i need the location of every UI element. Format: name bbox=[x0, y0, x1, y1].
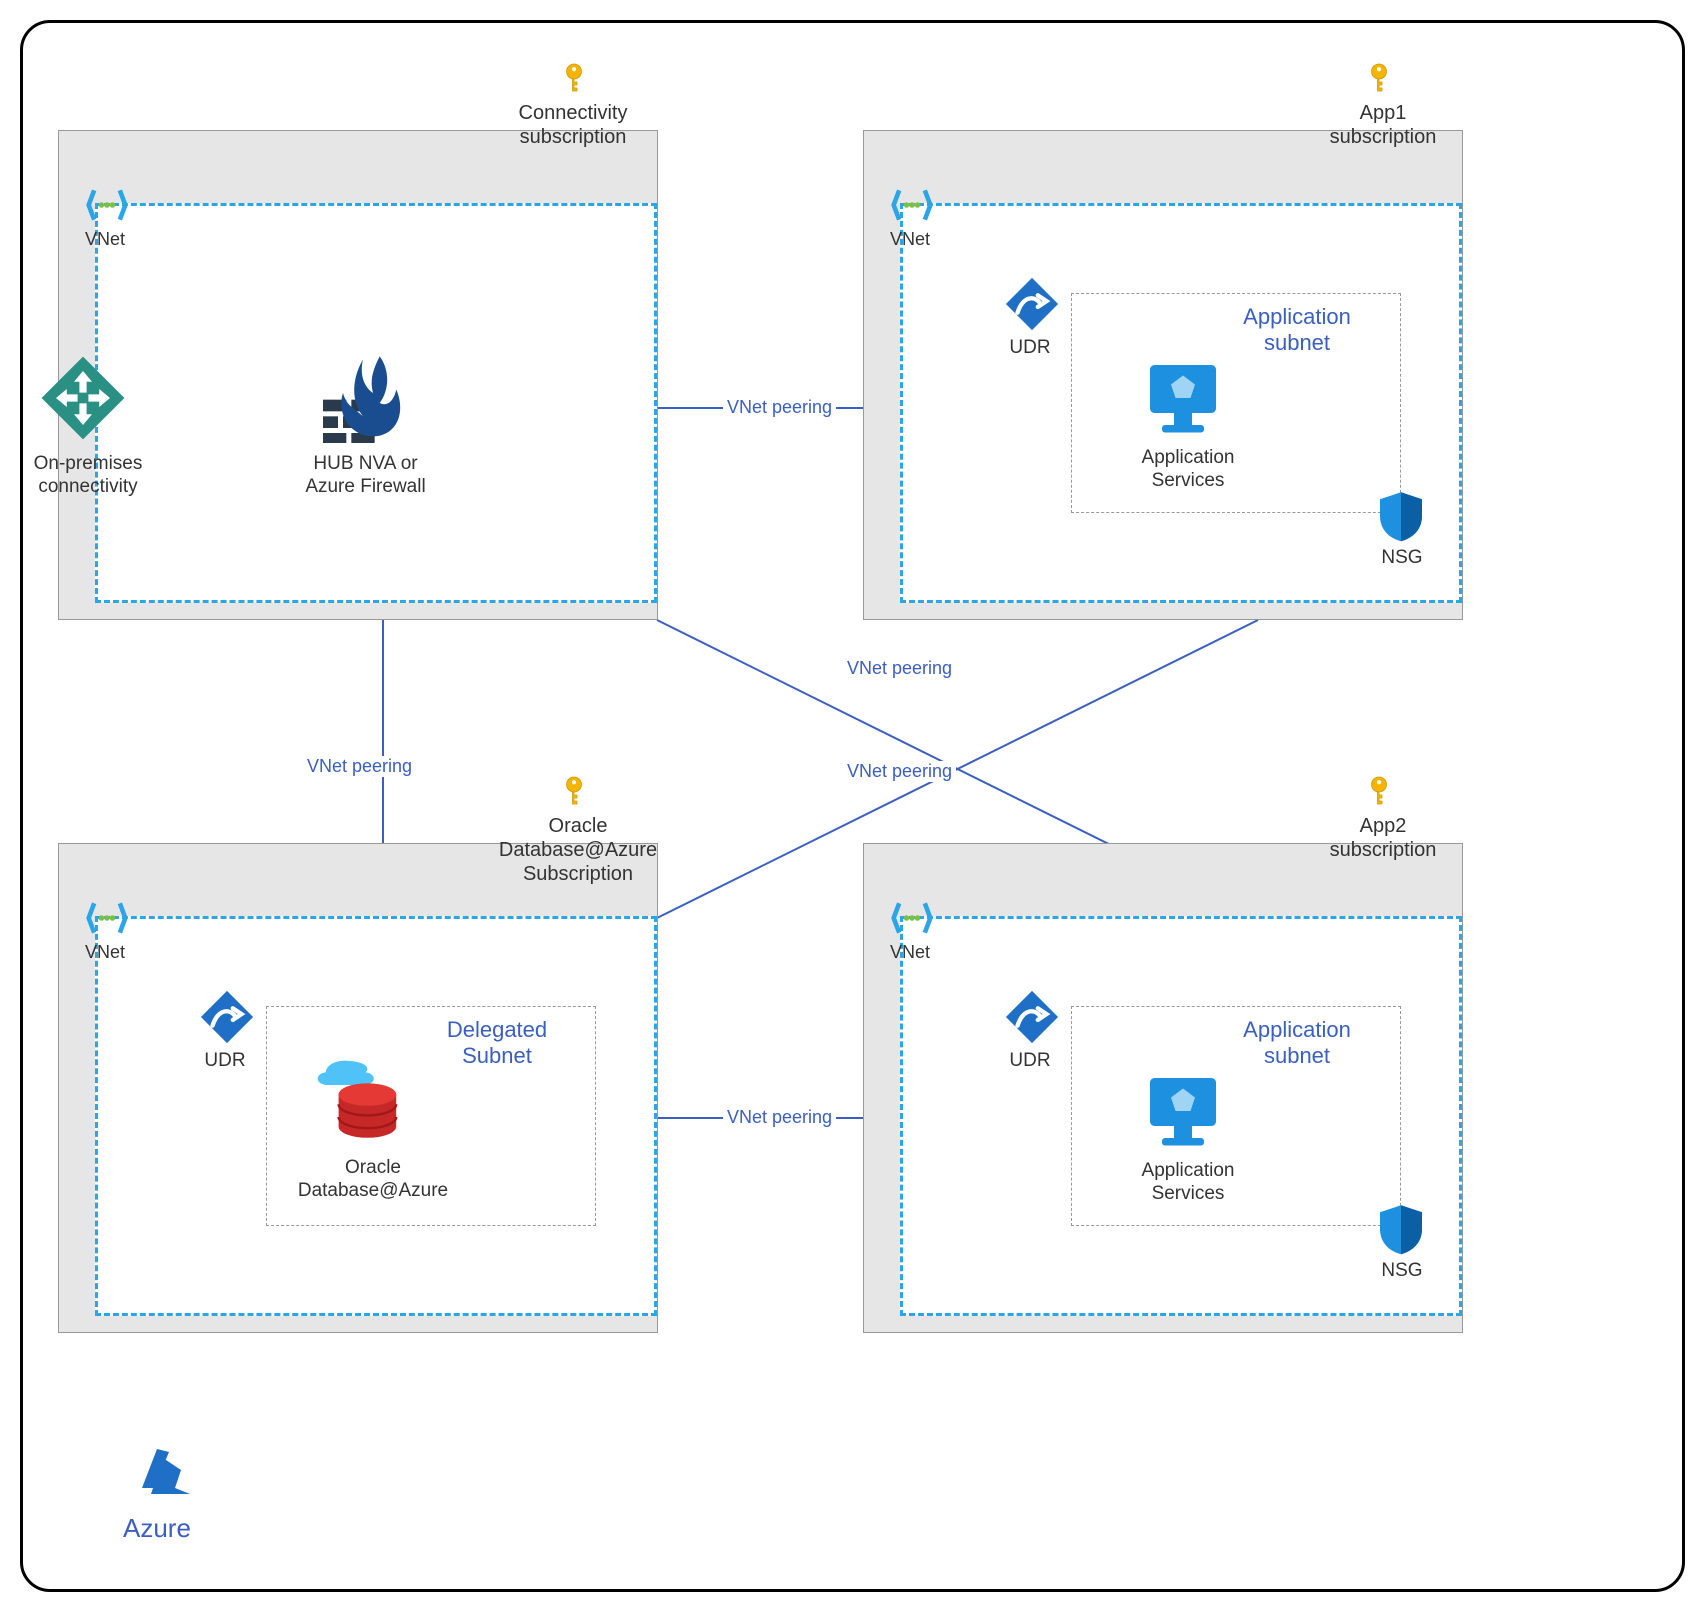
peering-label-hub-oracle: VNet peering bbox=[303, 756, 416, 777]
nsg-label: NSG bbox=[1377, 1260, 1427, 1283]
text: Connectivity bbox=[519, 102, 628, 124]
subnet-label: Application subnet bbox=[1212, 1017, 1382, 1070]
text: Application bbox=[1142, 447, 1235, 468]
peering-label-hub-app1: VNet peering bbox=[723, 397, 836, 418]
text: Services bbox=[1152, 470, 1225, 491]
vnet-icon bbox=[85, 896, 129, 940]
text: Subnet bbox=[462, 1043, 532, 1068]
udr-icon bbox=[1003, 275, 1061, 333]
vnet-label: VNet bbox=[85, 229, 125, 250]
text: Services bbox=[1152, 1183, 1225, 1204]
key-icon bbox=[556, 61, 592, 97]
subnet-label: Application subnet bbox=[1212, 304, 1382, 357]
udr-icon bbox=[198, 988, 256, 1046]
key-icon bbox=[1361, 774, 1397, 810]
text: App1 bbox=[1360, 102, 1407, 124]
firewall-label: HUB NVA or Azure Firewall bbox=[288, 453, 443, 499]
text: subnet bbox=[1264, 330, 1330, 355]
azure-label: Azure bbox=[123, 1513, 191, 1544]
app-services-label: Application Services bbox=[1128, 1160, 1248, 1206]
app-services-icon bbox=[1138, 353, 1228, 443]
nsg-shield-icon bbox=[1373, 1201, 1429, 1257]
text: Azure Firewall bbox=[305, 476, 425, 497]
text: Application bbox=[1142, 1160, 1235, 1181]
text: Application bbox=[1243, 304, 1351, 329]
subnet-label: Delegated Subnet bbox=[417, 1017, 577, 1070]
udr-icon bbox=[1003, 988, 1061, 1046]
azure-architecture-canvas: VNet peering VNet peering VNet peering V… bbox=[20, 20, 1685, 1592]
vnet-icon bbox=[890, 183, 934, 227]
onprem-connectivity-icon bbox=[38, 353, 128, 443]
text: Oracle bbox=[345, 1157, 401, 1178]
text: Application bbox=[1243, 1017, 1351, 1042]
udr-label: UDR bbox=[1005, 337, 1055, 360]
text: subscription bbox=[1330, 839, 1437, 861]
key-icon bbox=[1361, 61, 1397, 97]
vnet-label: VNet bbox=[890, 229, 930, 250]
text: Oracle bbox=[549, 815, 608, 837]
nsg-shield-icon bbox=[1373, 488, 1429, 544]
vnet-label: VNet bbox=[85, 942, 125, 963]
text: HUB NVA or bbox=[313, 453, 417, 474]
app-services-label: Application Services bbox=[1128, 447, 1248, 493]
text: subnet bbox=[1264, 1043, 1330, 1068]
text: Delegated bbox=[447, 1017, 547, 1042]
text: On-premises bbox=[34, 453, 143, 474]
oracle-database-label: Oracle Database@Azure bbox=[283, 1157, 463, 1203]
text: Database@Azure bbox=[298, 1180, 448, 1201]
udr-label: UDR bbox=[200, 1050, 250, 1073]
nsg-label: NSG bbox=[1377, 547, 1427, 570]
text: Database@Azure bbox=[499, 839, 657, 861]
peering-label-cross1: VNet peering bbox=[843, 658, 956, 679]
udr-label: UDR bbox=[1005, 1050, 1055, 1073]
text: connectivity bbox=[38, 476, 137, 497]
peering-label-oracle-app2: VNet peering bbox=[723, 1107, 836, 1128]
vnet-icon bbox=[890, 896, 934, 940]
oracle-subscription-label: Oracle Database@Azure Subscription bbox=[478, 814, 678, 886]
text: Subscription bbox=[523, 863, 633, 885]
vnet-icon bbox=[85, 183, 129, 227]
azure-logo-icon bbox=[136, 1443, 196, 1503]
text: App2 bbox=[1360, 815, 1407, 837]
app-services-icon bbox=[1138, 1066, 1228, 1156]
peering-label-cross2: VNet peering bbox=[843, 761, 956, 782]
connectivity-subscription-label: Connectivity subscription bbox=[503, 101, 643, 149]
firewall-icon bbox=[313, 343, 413, 443]
oracle-database-icon bbox=[313, 1053, 409, 1149]
key-icon bbox=[556, 774, 592, 810]
app1-subscription-label: App1 subscription bbox=[1313, 101, 1453, 149]
text: subscription bbox=[1330, 126, 1437, 148]
vnet-label: VNet bbox=[890, 942, 930, 963]
app2-subscription-label: App2 subscription bbox=[1313, 814, 1453, 862]
text: subscription bbox=[520, 126, 627, 148]
onprem-connectivity-label: On-premises connectivity bbox=[23, 453, 153, 499]
